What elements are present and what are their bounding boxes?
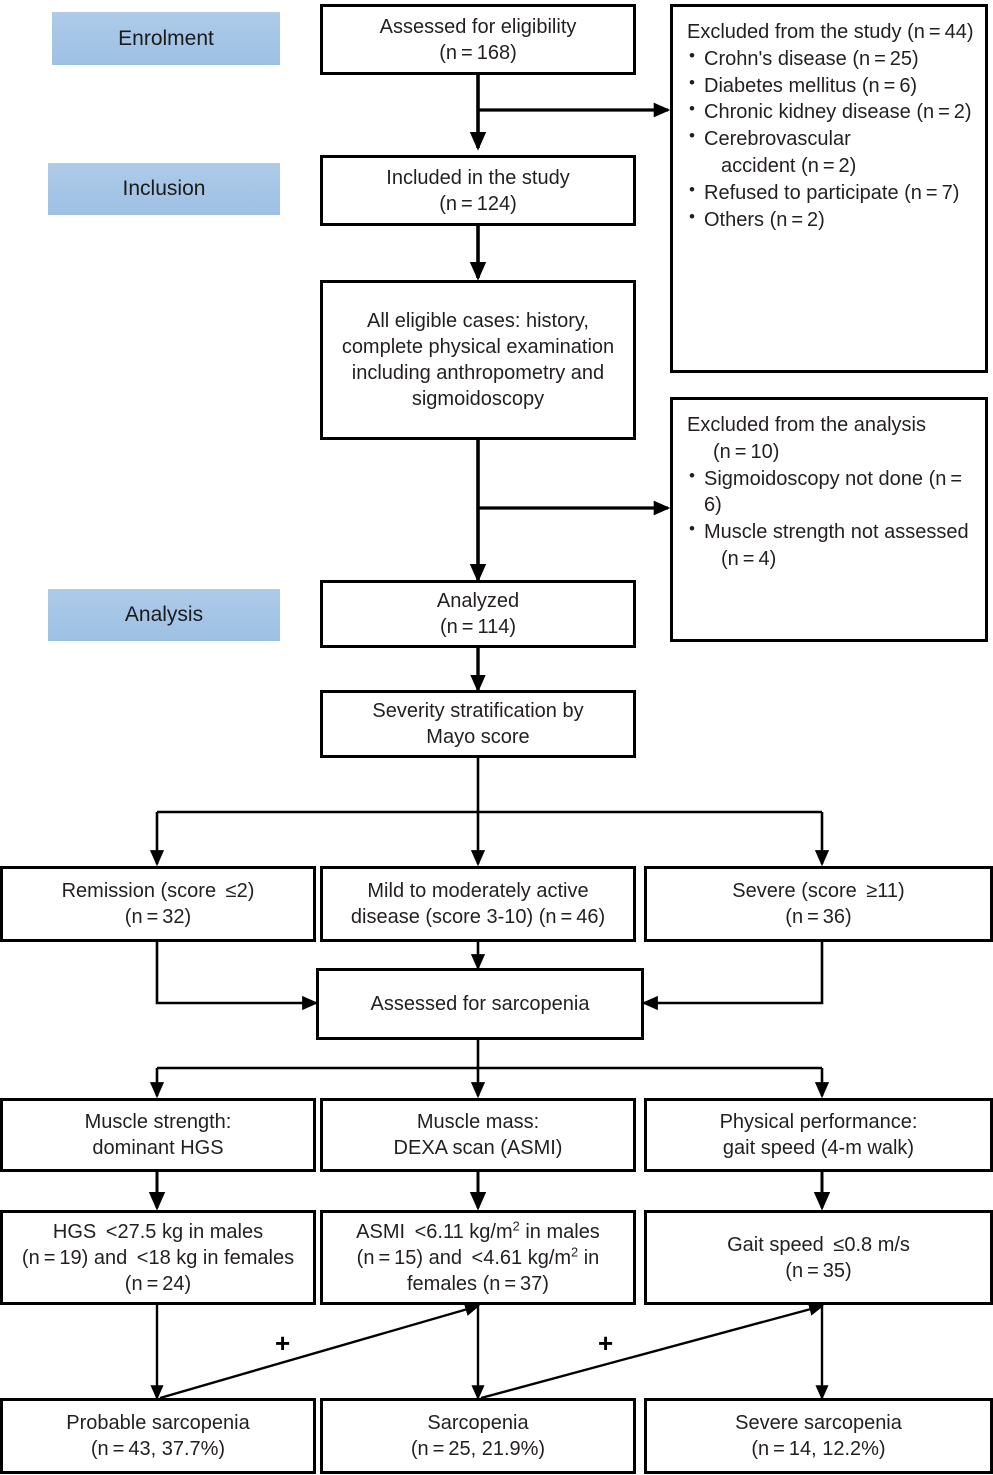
node-assessed-for-sarcopenia: Assessed for sarcopenia [316,968,644,1040]
node-cutoff-hgs: HGS <27.5 kg in males (n = 19) and <18 k… [0,1210,316,1305]
node-severity-mild-moderate: Mild to moderately active disease (score… [320,866,636,942]
list-item: Chronic kidney disease (n = 2) [687,98,973,126]
node-line: (n = 15) and <4.61 kg/m2 in [356,1245,600,1271]
node-line: Analyzed [436,590,520,612]
node-line: (n = 19) and <18 kg in females [21,1246,295,1269]
node-cutoff-gait-speed: Gait speed ≤0.8 m/s (n = 35) [644,1210,993,1305]
node-excluded-from-study: Excluded from the study (n = 44) Crohn's… [670,4,988,373]
node-excluded-from-analysis: Excluded from the analysis (n = 10) Sigm… [670,397,988,642]
stage-label-enrolment: Enrolment [52,12,280,65]
node-line: Assessed for sarcopenia [370,993,590,1015]
node-line: (n = 43, 37.7%) [90,1438,226,1460]
node-analyzed: Analyzed (n = 114) [320,580,636,648]
node-line: complete physical examination [341,336,615,358]
node-line: Muscle mass: [416,1111,540,1133]
excluded-analysis-list: Sigmoidoscopy not done (n = 6) Muscle st… [687,465,975,573]
list-item: Others (n = 2) [687,206,973,234]
stage-label-analysis: Analysis [48,589,280,641]
node-included-in-study: Included in the study (n = 124) [320,155,636,226]
node-all-eligible-cases: All eligible cases: history, complete ph… [320,280,636,440]
node-line: DEXA scan (ASMI) [393,1137,563,1159]
node-severity-severe: Severe (score ≥11) (n = 36) [644,866,993,942]
operator-plus-2: + [598,1328,614,1358]
asmi-line2-post: in [578,1246,600,1269]
list-item: Crohn's disease (n = 25) [687,45,973,73]
stage-label-text: Inclusion [122,177,206,200]
excluded-study-heading: Excluded from the study (n = 44) [687,21,974,43]
node-line: (n = 168) [439,41,517,64]
node-severity-stratification: Severity stratification by Mayo score [320,690,636,758]
node-assessed-for-eligibility: Assessed for eligibility (n = 168) [320,4,636,75]
node-line: Severe sarcopenia [735,1412,902,1434]
node-line: Included in the study [386,166,570,189]
node-severity-remission: Remission (score ≤2) (n = 32) [0,866,316,942]
stage-label-text: Analysis [124,603,204,626]
node-line: (n = 124) [439,192,517,215]
stage-label-text: Enrolment [118,26,214,50]
node-line: ASMI <6.11 kg/m2 in males [356,1219,600,1245]
stage-label-inclusion: Inclusion [48,163,280,215]
node-cutoff-asmi: ASMI <6.11 kg/m2 in males (n = 15) and <… [320,1210,636,1305]
list-item-continuation: accident (n = 2) [721,154,857,177]
node-outcome-severe-sarcopenia: Severe sarcopenia (n = 14, 12.2%) [644,1398,993,1474]
asmi-line1-pre: ASMI <6.11 kg/m [356,1220,513,1243]
node-line: Mild to moderately active [367,880,589,902]
node-line: (n = 114) [439,616,516,638]
node-measure-muscle-mass: Muscle mass: DEXA scan (ASMI) [320,1098,636,1172]
node-line: sigmoidoscopy [411,388,545,410]
excluded-analysis-heading: Excluded from the analysis [687,414,927,436]
list-item: Muscle strength not assessed [687,518,975,546]
operator-plus-1: + [275,1328,291,1358]
node-line: (n = 32) [124,906,192,928]
node-line: Muscle strength: [84,1111,232,1133]
list-item-continuation: (n = 4) [721,547,777,570]
node-line: (n = 35) [785,1259,852,1282]
node-line: Mayo score [426,726,530,748]
list-item: Sigmoidoscopy not done (n = 6) [687,465,975,520]
node-line: Sarcopenia [427,1412,529,1434]
node-line: females (n = 37) [407,1272,549,1295]
list-item: Refused to participate (n = 7) [687,179,973,207]
node-line: (n = 36) [785,906,852,928]
node-line: Severe (score ≥11) [732,880,905,902]
node-outcome-probable-sarcopenia: Probable sarcopenia (n = 43, 37.7%) [0,1398,316,1474]
node-line: Remission (score ≤2) [61,880,255,902]
asmi-line1-post: in males [519,1220,600,1243]
excluded-study-list: Crohn's disease (n = 25) Diabetes mellit… [687,45,973,234]
node-line: All eligible cases: history, [367,310,589,332]
node-line: including anthropometry and [351,362,605,384]
node-line: (n = 14, 12.2%) [751,1438,886,1460]
node-line: dominant HGS [92,1137,224,1159]
superscript-2: 2 [512,1217,520,1233]
node-line: gait speed (4-m walk) [722,1137,915,1159]
node-measure-muscle-strength: Muscle strength: dominant HGS [0,1098,316,1172]
node-line: Gait speed ≤0.8 m/s [727,1233,910,1256]
node-line: Assessed for eligibility [379,15,577,38]
excluded-analysis-heading-count: (n = 10) [713,440,780,463]
node-line: Probable sarcopenia [66,1412,250,1434]
node-line: (n = 25, 21.9%) [410,1438,546,1460]
node-line: HGS <27.5 kg in males [52,1220,264,1243]
node-line: Physical performance: [719,1111,918,1133]
node-measure-physical-performance: Physical performance: gait speed (4-m wa… [644,1098,993,1172]
node-line: disease (score 3-10) (n = 46) [350,906,606,928]
node-outcome-sarcopenia: Sarcopenia (n = 25, 21.9%) [320,1398,636,1474]
list-item: Diabetes mellitus (n = 6) [687,72,973,100]
list-item: Cerebrovascular [687,125,973,153]
flowchart-canvas: Enrolment Inclusion Analysis Assessed fo… [0,0,993,1475]
asmi-line2-pre: (n = 15) and <4.61 kg/m [356,1246,572,1269]
node-line: (n = 24) [124,1272,192,1295]
node-line: Severity stratification by [372,700,584,722]
